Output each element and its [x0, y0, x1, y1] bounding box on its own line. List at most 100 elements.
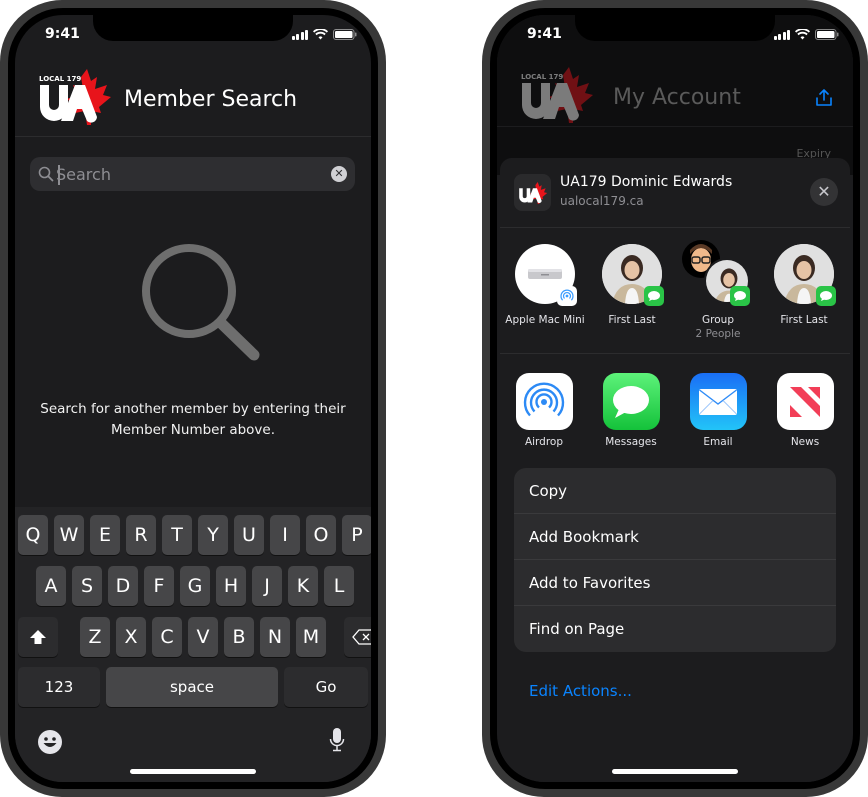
mail-icon	[689, 373, 747, 430]
app-thumbnail	[514, 174, 551, 211]
shift-key[interactable]	[18, 617, 58, 657]
app-label: Messages	[605, 436, 657, 448]
key-o[interactable]: O	[306, 515, 336, 555]
key-q[interactable]: Q	[18, 515, 48, 555]
app-email[interactable]: Email	[678, 373, 758, 448]
empty-state-message: Search for another member by entering th…	[40, 401, 346, 438]
avatar	[602, 244, 664, 306]
person-name: Apple Mac Mini	[505, 314, 585, 326]
header: LOCAL 179 Member Search	[15, 59, 371, 137]
key-b[interactable]: B	[224, 617, 254, 657]
key-j[interactable]: J	[252, 566, 282, 606]
key-k[interactable]: K	[288, 566, 318, 606]
numbers-key[interactable]: 123	[18, 667, 100, 707]
edit-actions-link[interactable]: Edit Actions...	[529, 682, 632, 700]
app-airdrop[interactable]: Airdrop	[504, 373, 584, 448]
notch	[575, 15, 775, 41]
app-label: Email	[703, 436, 733, 448]
group-avatar	[682, 240, 750, 306]
share-subtitle: ualocal179.ca	[560, 194, 644, 208]
key-c[interactable]: C	[152, 617, 182, 657]
close-button[interactable]: ✕	[810, 178, 838, 206]
key-u[interactable]: U	[234, 515, 264, 555]
wifi-icon	[313, 29, 328, 40]
share-sheet: UA179 Dominic Edwards ualocal179.ca ✕ Ap…	[500, 158, 850, 782]
key-s[interactable]: S	[72, 566, 102, 606]
battery-icon	[333, 29, 357, 40]
battery-icon	[815, 29, 839, 40]
key-m[interactable]: M	[296, 617, 326, 657]
magnifier-illustration-icon	[142, 244, 260, 361]
person-name: First Last	[608, 314, 656, 326]
key-z[interactable]: Z	[80, 617, 110, 657]
shift-icon	[30, 630, 46, 644]
ua-local-179-logo: LOCAL 179	[519, 65, 595, 125]
key-i[interactable]: I	[270, 515, 300, 555]
ua-local-179-logo: LOCAL 179	[37, 67, 113, 127]
keyboard-row-3: Z X C V B N M	[18, 617, 371, 657]
app-news[interactable]: News	[765, 373, 845, 448]
key-w[interactable]: W	[54, 515, 84, 555]
status-icons	[773, 29, 840, 40]
share-sheet-header: UA179 Dominic Edwards ualocal179.ca ✕	[500, 158, 850, 228]
screen: 9:41 LOCAL 179 Member Search Search ✕ Se…	[15, 15, 371, 782]
key-e[interactable]: E	[90, 515, 120, 555]
key-t[interactable]: T	[162, 515, 192, 555]
action-find-on-page[interactable]: Find on Page	[514, 606, 836, 652]
home-indicator[interactable]	[612, 769, 738, 774]
app-messages[interactable]: Messages	[591, 373, 671, 448]
key-x[interactable]: X	[116, 617, 146, 657]
clear-search-button[interactable]: ✕	[331, 166, 347, 182]
search-input[interactable]	[56, 157, 326, 191]
screen: 9:41 LOCAL 179 My Account Expiry UA179 D…	[497, 15, 853, 782]
key-g[interactable]: G	[180, 566, 210, 606]
action-copy[interactable]: Copy	[514, 468, 836, 514]
go-key[interactable]: Go	[284, 667, 368, 707]
news-icon	[776, 373, 834, 430]
keyboard-row-2: A S D F G H J K L	[36, 566, 354, 606]
share-people-row: Apple Mac Mini First Last Group 2 People…	[500, 228, 850, 354]
share-target-person[interactable]: Apple Mac Mini	[505, 244, 585, 327]
key-h[interactable]: H	[216, 566, 246, 606]
background-header: LOCAL 179 My Account	[497, 59, 853, 127]
action-add-to-favorites[interactable]: Add to Favorites	[514, 560, 836, 606]
share-target-group[interactable]: Group 2 People	[678, 240, 758, 341]
emoji-button[interactable]	[37, 729, 63, 759]
search-icon	[38, 166, 54, 182]
wifi-icon	[795, 29, 810, 40]
dictation-button[interactable]	[329, 727, 345, 757]
key-n[interactable]: N	[260, 617, 290, 657]
search-field[interactable]: ✕	[30, 157, 355, 191]
key-a[interactable]: A	[36, 566, 66, 606]
status-time: 9:41	[527, 26, 562, 42]
messages-icon	[602, 373, 660, 430]
group-count: 2 People	[695, 328, 741, 340]
close-icon: ✕	[817, 182, 831, 201]
actions-list: Copy Add Bookmark Add to Favorites Find …	[514, 468, 836, 652]
share-target-person[interactable]: First Last	[592, 244, 672, 327]
group-name: Group	[702, 314, 734, 326]
home-indicator[interactable]	[130, 769, 256, 774]
share-apps-row: Airdrop Messages Email News	[500, 354, 850, 464]
key-l[interactable]: L	[324, 566, 354, 606]
key-f[interactable]: F	[144, 566, 174, 606]
share-target-person[interactable]: First Last	[764, 244, 844, 327]
key-p[interactable]: P	[342, 515, 371, 555]
svg-text:LOCAL 179: LOCAL 179	[39, 75, 81, 83]
space-key[interactable]: space	[106, 667, 278, 707]
microphone-icon	[329, 728, 345, 752]
action-add-bookmark[interactable]: Add Bookmark	[514, 514, 836, 560]
person-name: First Last	[780, 314, 828, 326]
key-r[interactable]: R	[126, 515, 156, 555]
status-icons	[291, 29, 358, 40]
app-label: News	[790, 436, 820, 448]
key-d[interactable]: D	[108, 566, 138, 606]
share-icon[interactable]	[815, 89, 833, 107]
page-title: Member Search	[124, 87, 298, 112]
airdrop-icon	[515, 373, 573, 430]
key-y[interactable]: Y	[198, 515, 228, 555]
key-v[interactable]: V	[188, 617, 218, 657]
backspace-key[interactable]	[344, 617, 371, 657]
